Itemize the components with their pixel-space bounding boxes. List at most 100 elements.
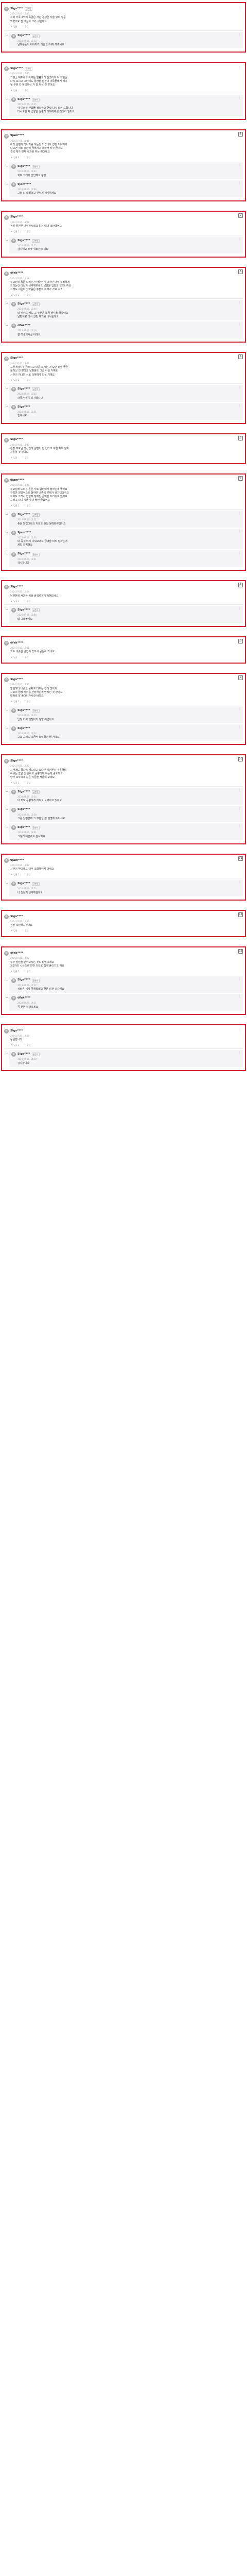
more-options-icon[interactable]: ⋮	[238, 404, 241, 408]
author-name[interactable]: Slgs****	[17, 882, 30, 886]
more-options-icon[interactable]: ⋮	[238, 607, 241, 611]
reply-button[interactable]: ↳ 답글	[10, 89, 17, 92]
author-name[interactable]: Slgs****	[17, 387, 30, 391]
avatar[interactable]	[11, 530, 16, 535]
like-button[interactable]: ♡ 공감	[23, 781, 30, 785]
author-name[interactable]: Slgs****	[10, 438, 23, 442]
more-options-icon[interactable]: ⋮	[238, 437, 241, 440]
avatar[interactable]	[11, 324, 16, 329]
author-name[interactable]: Slgs****	[10, 215, 23, 219]
like-button[interactable]: ♡ 공감	[22, 456, 29, 460]
more-options-icon[interactable]: ⋮	[238, 96, 241, 100]
author-name[interactable]: Slgs****	[17, 513, 30, 517]
reply-button[interactable]: ↳ 답글 1	[10, 1043, 19, 1047]
author-name[interactable]: 9jam****	[10, 479, 24, 482]
more-options-icon[interactable]: ⋮	[238, 6, 241, 9]
reply-button[interactable]: ↳ 답글 2	[10, 294, 19, 297]
author-name[interactable]: Slgs****	[17, 302, 30, 306]
avatar[interactable]	[11, 97, 16, 102]
more-options-icon[interactable]: ⋮	[238, 677, 241, 680]
avatar[interactable]	[11, 552, 16, 557]
like-button[interactable]: ♡ 공감	[23, 873, 30, 876]
avatar[interactable]	[11, 708, 16, 714]
author-name[interactable]: Slgs****	[17, 1053, 30, 1056]
more-options-icon[interactable]: ⋮	[238, 758, 241, 761]
avatar[interactable]	[4, 437, 9, 443]
author-name[interactable]: dfak****	[10, 641, 23, 645]
more-options-icon[interactable]: ⋮	[238, 807, 241, 810]
author-name[interactable]: Slgs****	[17, 239, 30, 243]
avatar[interactable]	[11, 807, 16, 812]
avatar[interactable]	[4, 585, 9, 590]
like-button[interactable]: ♡ 공감	[23, 156, 30, 160]
reply-button[interactable]: ↳ 답글 3	[10, 504, 19, 507]
avatar[interactable]	[11, 387, 16, 392]
more-options-icon[interactable]: ⋮	[238, 182, 241, 185]
avatar[interactable]	[11, 882, 16, 887]
more-options-icon[interactable]: ⋮	[238, 355, 241, 359]
avatar[interactable]	[4, 133, 9, 139]
author-name[interactable]: Slgs****	[17, 808, 30, 811]
author-name[interactable]: 9jam****	[10, 859, 24, 862]
reply-button[interactable]: ↳ 답글	[10, 25, 17, 29]
more-options-icon[interactable]: ⋮	[238, 270, 241, 274]
avatar[interactable]	[4, 759, 9, 764]
like-button[interactable]: ♡ 공감	[23, 1043, 30, 1047]
reply-button[interactable]: ↳ 답글	[10, 656, 17, 659]
author-name[interactable]: Slgs****	[10, 357, 23, 360]
avatar[interactable]	[4, 7, 9, 11]
author-name[interactable]: Slgs****	[17, 405, 30, 409]
avatar[interactable]	[11, 790, 16, 795]
avatar[interactable]	[11, 513, 16, 518]
more-options-icon[interactable]: ⋮	[238, 857, 241, 861]
author-name[interactable]: dfak****	[10, 952, 23, 955]
avatar[interactable]	[11, 302, 16, 307]
more-options-icon[interactable]: ⋮	[238, 530, 241, 533]
reply-button[interactable]: ↳ 답글 1	[10, 600, 19, 603]
more-options-icon[interactable]: ⋮	[238, 1052, 241, 1055]
like-button[interactable]: ♡ 공감	[23, 970, 30, 973]
reply-button[interactable]: ↳ 답글	[10, 456, 17, 460]
avatar[interactable]	[4, 66, 9, 72]
more-options-icon[interactable]: ⋮	[238, 977, 241, 981]
avatar[interactable]	[4, 641, 9, 646]
author-name[interactable]: dfak****	[10, 272, 23, 275]
reply-button[interactable]: ↳ 답글 2	[10, 379, 19, 382]
more-options-icon[interactable]: ⋮	[238, 881, 241, 884]
avatar[interactable]	[11, 238, 16, 243]
avatar[interactable]	[11, 825, 16, 831]
author-name[interactable]: Slgs****	[10, 585, 23, 589]
author-name[interactable]: Slgs****	[17, 790, 30, 794]
more-options-icon[interactable]: ⋮	[238, 789, 241, 792]
more-options-icon[interactable]: ⋮	[238, 640, 241, 643]
more-options-icon[interactable]: ⋮	[238, 323, 241, 326]
more-options-icon[interactable]: ⋮	[238, 301, 241, 304]
more-options-icon[interactable]: ⋮	[238, 133, 241, 137]
author-name[interactable]: Slgs****	[17, 34, 30, 38]
avatar[interactable]	[4, 914, 9, 919]
author-name[interactable]: Slgs****	[17, 608, 30, 612]
more-options-icon[interactable]: ⋮	[238, 825, 241, 828]
like-button[interactable]: ♡ 공감	[23, 700, 30, 703]
author-name[interactable]: dfak****	[17, 324, 30, 328]
more-options-icon[interactable]: ⋮	[238, 66, 241, 69]
reply-button[interactable]: ↳ 답글	[10, 929, 17, 933]
more-options-icon[interactable]: ⋮	[238, 584, 241, 587]
reply-button[interactable]: ↳ 답글 2	[10, 970, 19, 973]
avatar[interactable]	[11, 608, 16, 613]
reply-button[interactable]: ↳ 답글 3	[10, 781, 19, 785]
like-button[interactable]: ♡ 공감	[22, 25, 29, 29]
avatar[interactable]	[11, 978, 16, 983]
author-name[interactable]: Slgs****	[10, 7, 23, 11]
author-name[interactable]: Slgs****	[17, 978, 30, 982]
like-button[interactable]: ♡ 공감	[22, 89, 29, 92]
author-name[interactable]: dfak****	[17, 996, 30, 1000]
avatar[interactable]	[4, 478, 9, 483]
more-options-icon[interactable]: ⋮	[238, 913, 241, 917]
like-button[interactable]: ♡ 공감	[23, 379, 30, 382]
author-name[interactable]: Slgs****	[10, 759, 23, 763]
author-name[interactable]: 9jam****	[17, 183, 31, 187]
author-name[interactable]: Slgs****	[17, 552, 30, 556]
more-options-icon[interactable]: ⋮	[238, 214, 241, 218]
avatar[interactable]	[4, 951, 9, 956]
